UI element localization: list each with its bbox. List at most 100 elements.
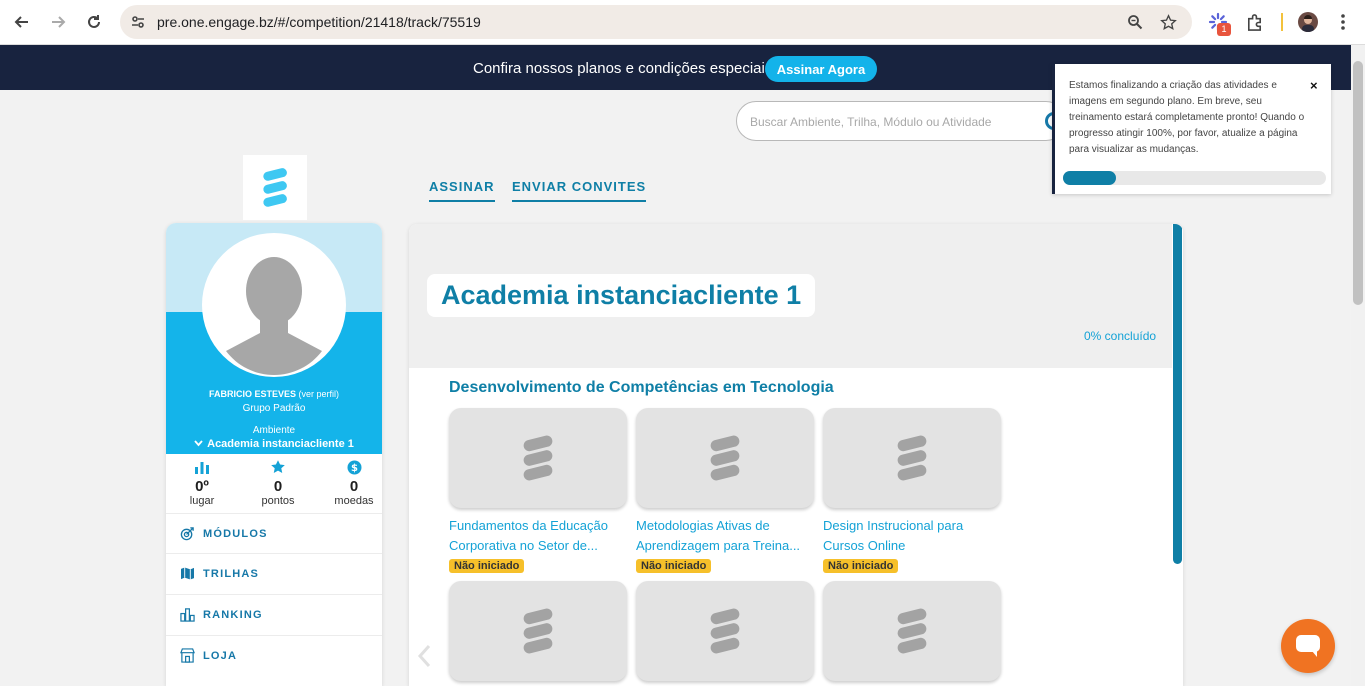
course-thumbnail[interactable] (823, 581, 1001, 681)
chat-bubble-icon (1296, 635, 1320, 657)
course-card[interactable]: Fundamentos da Educação Corporativa no S… (449, 408, 627, 574)
course-card[interactable] (823, 581, 1001, 681)
ranking-icon (179, 607, 195, 623)
course-card[interactable] (636, 581, 814, 681)
site-info-icon[interactable] (129, 13, 147, 31)
star-icon (242, 459, 314, 475)
menu-kebab-icon[interactable] (1332, 11, 1354, 33)
sidebar-item-label: LOJA (203, 649, 238, 662)
page-scrollbar-thumb[interactable] (1353, 61, 1363, 305)
stat-label: pontos (261, 495, 295, 507)
chevron-left-icon[interactable] (417, 644, 431, 674)
track-scrollbar[interactable] (1172, 224, 1183, 686)
stat-value: 0 (349, 478, 359, 495)
bookmark-star-icon[interactable] (1159, 13, 1177, 31)
progress-notification: Estamos finalizando a criação das ativid… (1052, 64, 1331, 194)
subscribe-now-button[interactable]: Assinar Agora (765, 56, 877, 82)
sidebar-item-label: MÓDULOS (203, 527, 268, 540)
course-card[interactable]: Design Instrucional para Cursos Online N… (823, 408, 1001, 574)
course-logo-icon (897, 608, 927, 654)
notification-text: Estamos finalizando a criação das ativid… (1069, 80, 1305, 155)
course-logo-icon (897, 435, 927, 481)
sidebar-item-store[interactable]: LOJA (166, 635, 382, 675)
track-scrollbar-thumb[interactable] (1173, 224, 1182, 564)
search-input[interactable]: Buscar Ambiente, Trilha, Módulo ou Ativi… (736, 101, 1066, 141)
bar-chart-icon (166, 459, 238, 475)
course-thumbnail[interactable] (636, 581, 814, 681)
progress-bar-fill (1063, 171, 1116, 185)
profile-name-row: FABRICIO ESTEVES (ver perfil) (166, 389, 382, 399)
course-thumbnail[interactable] (449, 581, 627, 681)
track-panel: Academia instanciacliente 1 0% concluído… (409, 224, 1183, 686)
svg-text:$: $ (351, 463, 358, 474)
section-title: Desenvolvimento de Competências em Tecno… (449, 379, 834, 396)
coin-icon: $ (318, 459, 382, 475)
profile-name: FABRICIO ESTEVES (208, 389, 296, 399)
stat-rank: 0º lugar (166, 459, 238, 507)
environment-name: Academia instanciacliente 1 (207, 438, 354, 450)
chat-button[interactable] (1281, 619, 1335, 673)
reload-icon[interactable] (82, 10, 106, 34)
environment-label: Ambiente (252, 425, 296, 436)
sidebar-item-modules[interactable]: MÓDULOS (166, 513, 382, 553)
stat-coins: $ 0 moedas (318, 459, 382, 507)
promo-text: Confira nossos planos e condições especi… (473, 60, 777, 77)
environment-selector[interactable]: Academia instanciacliente 1 (166, 438, 382, 450)
stat-label: moedas (334, 495, 374, 507)
stat-value: 0º (195, 478, 209, 495)
sidebar-item-trails[interactable]: TRILHAS (166, 553, 382, 593)
url-text: pre.one.engage.bz/#/competition/21418/tr… (157, 14, 481, 30)
status-badge: Não iniciado (636, 559, 712, 573)
map-icon (179, 566, 195, 582)
course-title[interactable]: Metodologias Ativas de Aprendizagem para… (636, 516, 808, 556)
course-logo-icon (523, 608, 553, 654)
course-thumbnail[interactable] (823, 408, 1001, 508)
course-logo-icon (710, 608, 740, 654)
course-thumbnail[interactable] (636, 408, 814, 508)
extensions-puzzle-icon[interactable] (1243, 11, 1265, 33)
status-badge: Não iniciado (823, 559, 899, 573)
sidebar-item-ranking[interactable]: RANKING (166, 594, 382, 634)
store-icon (179, 648, 195, 664)
profile-group: Grupo Padrão (242, 403, 306, 414)
zoom-icon[interactable] (1126, 13, 1144, 31)
extension-badge: 1 (1217, 23, 1231, 36)
course-card[interactable]: Metodologias Ativas de Aprendizagem para… (636, 408, 814, 574)
profile-avatar-icon[interactable] (1298, 12, 1318, 32)
page-title: Academia instanciacliente 1 (441, 280, 802, 310)
toolbar-divider (1281, 13, 1283, 31)
course-thumbnail[interactable] (449, 408, 627, 508)
stat-label: lugar (189, 495, 215, 507)
chevron-down-icon (194, 438, 203, 450)
close-icon[interactable]: × (1310, 78, 1318, 93)
progress-bar (1063, 171, 1326, 185)
page-scrollbar[interactable] (1351, 45, 1365, 686)
search-placeholder: Buscar Ambiente, Trilha, Módulo ou Ativi… (750, 115, 992, 129)
track-progress-text: 0% concluído (1084, 329, 1157, 343)
address-bar[interactable]: pre.one.engage.bz/#/competition/21418/tr… (120, 5, 1192, 39)
brand-logo[interactable] (243, 155, 307, 220)
avatar[interactable] (202, 233, 346, 377)
browser-toolbar: pre.one.engage.bz/#/competition/21418/tr… (0, 0, 1365, 45)
target-icon (179, 526, 195, 542)
sidebar-item-label: RANKING (203, 608, 263, 621)
course-logo-icon (710, 435, 740, 481)
back-icon[interactable] (10, 10, 34, 34)
profile-card: FABRICIO ESTEVES (ver perfil) Grupo Padr… (166, 223, 382, 686)
track-title-box: Academia instanciacliente 1 (427, 274, 816, 317)
stat-points: 0 pontos (242, 459, 314, 507)
send-invites-link[interactable]: ENVIAR CONVITES (512, 179, 647, 202)
brand-logo-icon (263, 167, 287, 207)
user-placeholder-icon (226, 257, 322, 375)
forward-icon[interactable] (46, 10, 70, 34)
status-badge: Não iniciado (449, 559, 525, 573)
course-logo-icon (523, 435, 553, 481)
stat-value: 0 (273, 478, 283, 495)
view-profile-link[interactable]: (ver perfil) (299, 389, 340, 399)
course-card[interactable] (449, 581, 627, 681)
sidebar-item-label: TRILHAS (203, 567, 260, 580)
course-title[interactable]: Fundamentos da Educação Corporativa no S… (449, 516, 621, 556)
subscribe-link[interactable]: ASSINAR (429, 179, 495, 202)
course-title[interactable]: Design Instrucional para Cursos Online (823, 516, 995, 556)
track-header: Academia instanciacliente 1 0% concluído (409, 224, 1183, 368)
